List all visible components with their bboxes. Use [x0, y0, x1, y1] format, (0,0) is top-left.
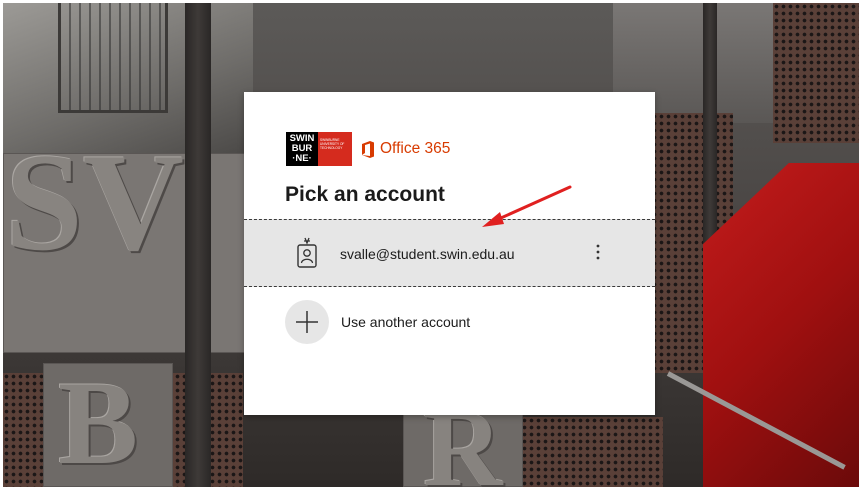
- brand-logos: SWIN BUR ·NE· SWINBURNE UNIVERSITY OF TE…: [286, 132, 450, 166]
- office-icon: [362, 140, 374, 158]
- engraved-letters: SV: [5, 125, 184, 280]
- office-label: Office 365: [380, 140, 451, 157]
- swinburne-logo: SWIN BUR ·NE·: [286, 132, 318, 166]
- account-tile[interactable]: svalle@student.swin.edu.au: [244, 219, 655, 287]
- swinburne-wordmark: SWINBURNE UNIVERSITY OF TECHNOLOGY: [318, 132, 352, 166]
- engraved-letters: B: [58, 356, 139, 487]
- account-email: svalle@student.swin.edu.au: [340, 246, 515, 262]
- pillar: [185, 3, 211, 487]
- badge-user-icon: [297, 237, 317, 268]
- perforated-panel: [773, 3, 859, 143]
- plus-circle: [285, 300, 329, 344]
- swinburne-logo-line: ·NE·: [292, 153, 312, 164]
- page-title: Pick an account: [285, 183, 445, 206]
- pick-account-dialog: SWIN BUR ·NE· SWINBURNE UNIVERSITY OF TE…: [244, 92, 655, 415]
- balcony: [58, 3, 168, 113]
- use-another-account-button[interactable]: Use another account: [244, 290, 655, 354]
- plus-icon: [296, 311, 318, 333]
- more-options-icon[interactable]: [588, 240, 608, 268]
- office-365-logo: Office 365: [361, 140, 450, 158]
- use-another-account-label: Use another account: [341, 314, 471, 330]
